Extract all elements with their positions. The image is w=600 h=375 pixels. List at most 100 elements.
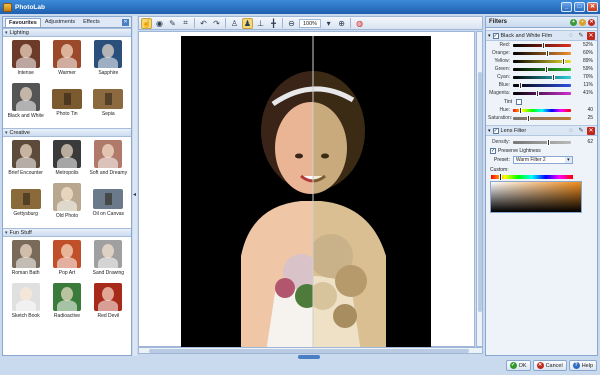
color-wheel-icon[interactable]: ◍: [354, 18, 365, 29]
delete-filter-icon[interactable]: ✕: [587, 31, 595, 40]
density-slider[interactable]: [513, 138, 571, 146]
slider-knob[interactable]: [545, 65, 549, 73]
undo-icon[interactable]: ↶: [198, 18, 209, 29]
tab-effects[interactable]: Effects: [79, 17, 104, 27]
compare-icon[interactable]: ╋: [268, 18, 279, 29]
effect-preset[interactable]: Brief Encounter: [5, 140, 46, 183]
effect-thumbnail[interactable]: [94, 140, 123, 168]
lens-filter-enable-checkbox[interactable]: ✓: [492, 127, 499, 134]
slider-knob[interactable]: [546, 49, 549, 57]
effect-thumbnail[interactable]: [94, 283, 123, 311]
split-view-icon[interactable]: ⊥: [255, 18, 266, 29]
crop-icon[interactable]: ⌗: [180, 18, 191, 29]
effect-thumbnail[interactable]: [94, 40, 123, 68]
chevron-down-icon[interactable]: ▾: [564, 157, 572, 163]
zoom-in-icon[interactable]: ⊕: [336, 18, 347, 29]
zoom-dropdown-icon[interactable]: ▾: [323, 18, 334, 29]
bottom-panel-handle[interactable]: [298, 355, 320, 359]
slider-knob[interactable]: [519, 81, 523, 89]
effect-preset[interactable]: Roman Bath: [5, 240, 46, 283]
tab-favourites[interactable]: Favourites: [5, 18, 41, 27]
lens-filter-header[interactable]: ▾ ✓ Lens Filter ◌ ✎ ✕: [486, 125, 597, 136]
color-picker[interactable]: [490, 181, 582, 213]
mask-icon[interactable]: ◌: [567, 127, 575, 135]
image-canvas[interactable]: [138, 31, 475, 352]
effect-preset[interactable]: Sepia: [88, 83, 129, 126]
effect-thumbnail[interactable]: [11, 40, 40, 68]
effect-preset[interactable]: Red Devil: [88, 283, 129, 326]
effect-thumbnail[interactable]: [52, 183, 81, 211]
help-button[interactable]: ? Help: [568, 360, 597, 371]
slider-knob[interactable]: [541, 41, 545, 49]
eye-icon[interactable]: ◉: [154, 18, 165, 29]
effect-preset[interactable]: Sand Drawing: [88, 240, 129, 283]
section-header[interactable]: ▾ Lighting: [3, 28, 131, 37]
zoom-out-icon[interactable]: ⊖: [286, 18, 297, 29]
effect-thumbnail[interactable]: [52, 40, 81, 68]
effect-thumbnail[interactable]: [52, 283, 81, 311]
delete-filter-icon[interactable]: ✕: [587, 126, 595, 135]
section-header[interactable]: ▾ Fun Stuff: [3, 228, 131, 237]
effect-preset[interactable]: Sketch Book: [5, 283, 46, 326]
density-slider-knob[interactable]: [547, 138, 551, 146]
slider-knob[interactable]: [561, 57, 565, 65]
effect-preset[interactable]: Pop Art: [46, 240, 87, 283]
effect-preset[interactable]: Black and White: [5, 83, 46, 126]
collapse-triangle-icon[interactable]: ▾: [488, 128, 491, 134]
bw-filter-enable-checkbox[interactable]: ✓: [492, 32, 499, 39]
collapse-triangle-icon[interactable]: ▾: [5, 230, 8, 236]
preserve-lightness-checkbox[interactable]: ✓: [490, 147, 496, 154]
section-header[interactable]: ▾ Creative: [3, 128, 131, 137]
slider-track[interactable]: [513, 49, 571, 57]
person-icon[interactable]: ♙: [229, 18, 240, 29]
slider-track[interactable]: [513, 65, 571, 73]
effect-preset[interactable]: Soft and Dreamy: [88, 140, 129, 183]
brush-filter-icon[interactable]: ✎: [577, 32, 585, 40]
slider-knob[interactable]: [535, 89, 539, 97]
horizontal-scroll-thumb[interactable]: [149, 349, 469, 353]
maximize-button[interactable]: □: [574, 2, 585, 12]
bride-photo[interactable]: [181, 36, 431, 352]
pointer-icon[interactable]: ☝: [141, 17, 152, 29]
vertical-scrollbar[interactable]: [476, 31, 483, 347]
effect-preset[interactable]: Photo Tin: [46, 83, 87, 126]
effect-preset[interactable]: Old Photo: [46, 183, 87, 226]
collapse-triangle-icon[interactable]: ▾: [5, 130, 8, 136]
effect-preset[interactable]: Radioactive: [46, 283, 87, 326]
effect-thumbnail[interactable]: [52, 140, 81, 168]
effect-preset[interactable]: Metropolis: [46, 140, 87, 183]
cancel-button[interactable]: ✕ Cancel: [532, 360, 567, 371]
slider-track[interactable]: [513, 89, 571, 97]
slider-track[interactable]: [513, 73, 571, 81]
effect-preset[interactable]: Warmer: [46, 40, 87, 83]
bw-filter-header[interactable]: ▾ ✓ Black and White Film ◌ ✎ ✕: [486, 30, 597, 41]
lock-icon[interactable]: ▪: [579, 18, 586, 26]
effect-thumbnail[interactable]: [11, 240, 40, 268]
effect-thumbnail[interactable]: [93, 189, 124, 209]
zoom-level[interactable]: 100%: [299, 18, 322, 28]
vertical-scroll-thumb[interactable]: [478, 72, 482, 312]
hue-slider[interactable]: [491, 173, 573, 181]
person-compare-icon[interactable]: ♟: [242, 17, 253, 29]
close-button[interactable]: ✕: [587, 2, 598, 12]
slider-knob[interactable]: [526, 114, 530, 122]
collapse-triangle-icon[interactable]: ▾: [488, 33, 491, 39]
effect-thumbnail[interactable]: [11, 140, 40, 168]
effect-preset[interactable]: Sapphire: [88, 40, 129, 83]
effect-thumbnail[interactable]: [11, 283, 40, 311]
slider-track[interactable]: [513, 57, 571, 65]
effect-thumbnail[interactable]: [51, 89, 82, 109]
effect-thumbnail[interactable]: [10, 189, 41, 209]
effect-thumbnail[interactable]: [94, 240, 123, 268]
slider-knob[interactable]: [551, 73, 555, 81]
slider-track[interactable]: [513, 81, 571, 89]
preset-select[interactable]: Warm Filter 2 ▾: [512, 156, 573, 164]
horizontal-scrollbar[interactable]: [138, 347, 483, 354]
brush-filter-icon[interactable]: ✎: [577, 127, 585, 135]
slider-knob[interactable]: [519, 106, 523, 114]
remove-filter-icon[interactable]: ✕: [588, 18, 595, 26]
effect-preset[interactable]: Gettysburg: [5, 183, 46, 226]
effect-preset[interactable]: Intense: [5, 40, 46, 83]
collapse-arrow-icon[interactable]: ◂: [133, 191, 136, 198]
tint-checkbox[interactable]: [516, 98, 522, 105]
